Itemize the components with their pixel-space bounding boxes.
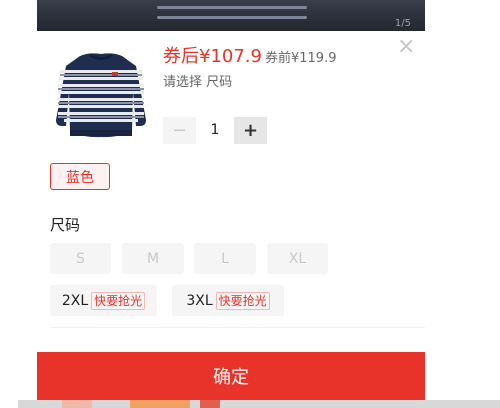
taskbar-item[interactable] xyxy=(0,400,18,408)
size-label: 2XL xyxy=(61,292,89,309)
confirm-button[interactable]: 确定 xyxy=(37,352,425,400)
coupon-price: 券后¥107.9 xyxy=(163,46,262,67)
low-stock-badge: 快要抢光 xyxy=(215,291,270,310)
quantity-increase-button[interactable]: + xyxy=(234,117,267,144)
taskbar-item[interactable] xyxy=(130,400,190,408)
quantity-decrease-button[interactable]: − xyxy=(163,117,196,144)
sweater-hem xyxy=(70,130,132,136)
size-label: 3XL xyxy=(186,292,213,309)
selection-hint: 请选择 尺码 xyxy=(163,75,233,90)
size-option-m[interactable]: M xyxy=(122,243,184,274)
backdrop-right xyxy=(425,0,500,400)
low-stock-badge: 快要抢光 xyxy=(91,291,146,310)
color-option-blue[interactable]: 蓝色 xyxy=(50,163,110,190)
quantity-value[interactable]: 1 xyxy=(197,117,233,144)
gallery-page-indicator: 1/5 xyxy=(394,18,411,29)
gallery-stripe xyxy=(157,6,307,9)
product-thumbnail xyxy=(56,53,146,138)
price-line: 券后¥107.9 券前¥119.9 xyxy=(163,42,336,68)
taskbar xyxy=(0,400,500,408)
size-option-s[interactable]: S xyxy=(50,243,111,274)
sweater-logo xyxy=(112,72,118,76)
original-price: 券前¥119.9 xyxy=(264,51,337,66)
size-option-2xl[interactable]: 2XL 快要抢光 xyxy=(50,285,157,316)
sweater-body xyxy=(56,53,146,138)
backdrop-left xyxy=(0,0,37,400)
taskbar-item[interactable] xyxy=(62,400,92,408)
gallery-stripe xyxy=(157,16,307,19)
taskbar-item[interactable] xyxy=(200,400,220,408)
close-icon[interactable]: × xyxy=(397,36,415,58)
product-gallery-peek: 1/5 xyxy=(37,0,425,31)
size-option-3xl[interactable]: 3XL 快要抢光 xyxy=(172,285,284,316)
size-option-l[interactable]: L xyxy=(194,243,256,274)
divider xyxy=(50,327,425,328)
size-section-title: 尺码 xyxy=(50,216,81,234)
size-option-xl[interactable]: XL xyxy=(267,243,328,274)
